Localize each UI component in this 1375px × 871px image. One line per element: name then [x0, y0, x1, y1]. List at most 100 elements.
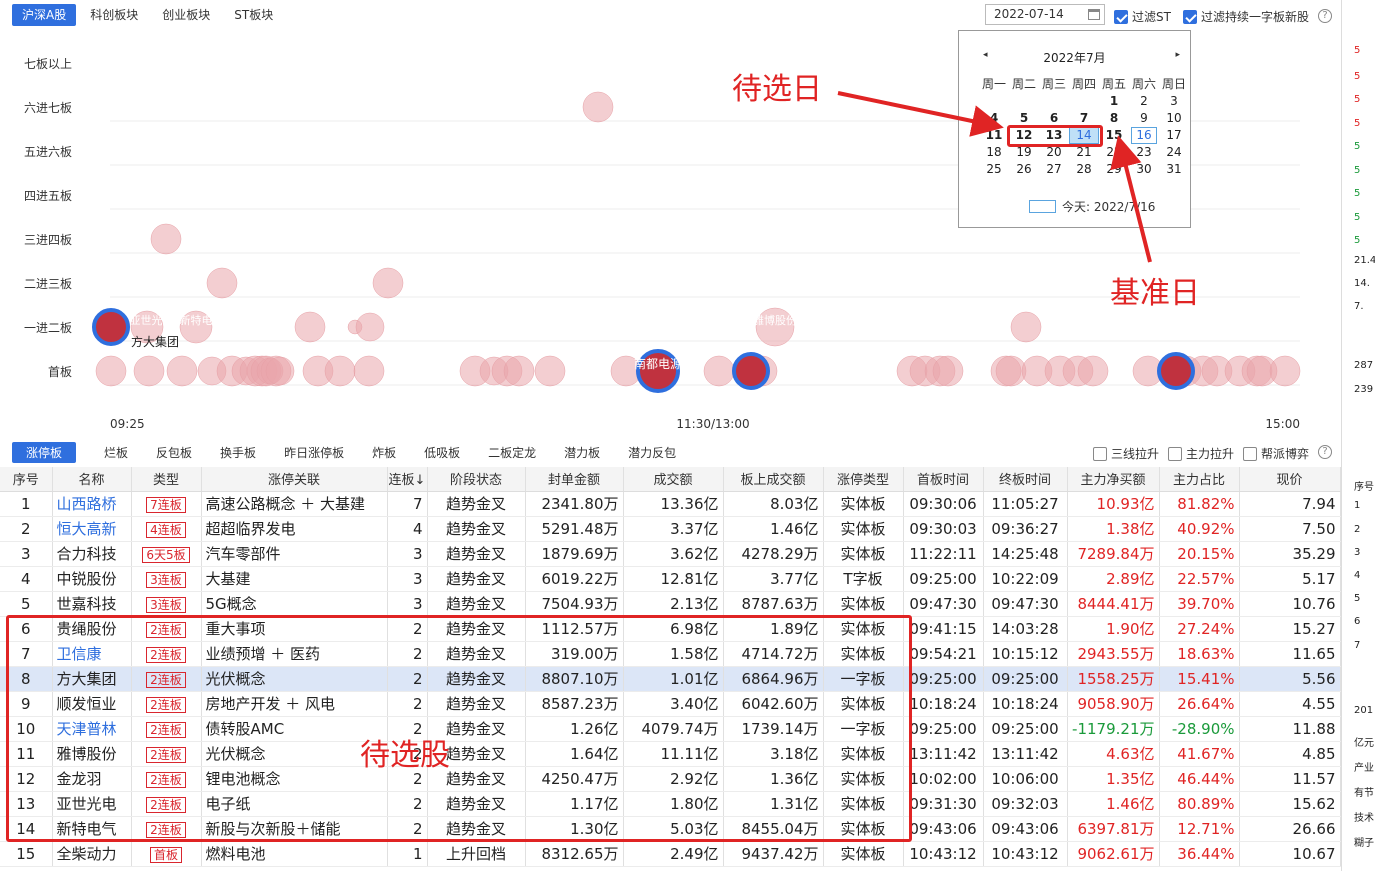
cell-seal-amount: 1879.69万 [525, 541, 624, 567]
table-row[interactable]: 1 山西路桥 7连板 高速公路概念 ＋ 大基建 7 趋势金叉 2341.80万 13.36亿 8… [0, 491, 1341, 517]
col-header-name[interactable]: 名称 [52, 467, 132, 492]
bubble-label: 亚世光 [130, 313, 163, 327]
col-header-relation[interactable]: 涨停关联 [201, 467, 388, 492]
filter-st-label: 过滤ST [1132, 10, 1171, 24]
calendar-day[interactable]: 23 [1129, 144, 1159, 161]
tab-low-buy[interactable]: 低吸板 [424, 444, 460, 461]
calendar-day[interactable]: 3 [1159, 93, 1189, 110]
pending-day-box [1007, 125, 1103, 147]
tab-limit-up[interactable]: 涨停板 [12, 441, 77, 463]
cell-name[interactable]: 山西路桥 [52, 491, 132, 517]
cell-name[interactable]: 全柴动力 [52, 841, 132, 867]
tab-second-board[interactable]: 二板定龙 [488, 444, 536, 461]
table-row[interactable]: 2 恒大高新 4连板 超超临界发电 4 趋势金叉 5291.48万 3.37亿 1.46亿 实体板… [0, 516, 1341, 542]
side-panel-text: 6 [1354, 616, 1361, 627]
cell-name[interactable]: 世嘉科技 [52, 591, 132, 617]
cell-price: 11.57 [1239, 766, 1341, 792]
table-row[interactable]: 4 中锐股份 3连板 大基建 3 趋势金叉 6019.22万 12.81亿 3.77亿 T字板 09… [0, 566, 1341, 592]
cell-first-time: 10:18:24 [903, 691, 984, 717]
cell-main-ratio: -28.90% [1159, 716, 1240, 742]
side-panel-text: 4 [1354, 570, 1361, 581]
tab-star-market[interactable]: 科创板块 [80, 4, 148, 26]
main-force-checkbox[interactable]: 主力拉升 [1168, 445, 1234, 462]
filter-st-checkbox[interactable]: 过滤ST [1114, 8, 1171, 25]
calendar-day[interactable]: 11 [979, 127, 1009, 144]
calendar-day[interactable]: 2 [1129, 93, 1159, 110]
calendar-day[interactable]: 16 [1131, 127, 1157, 144]
calendar-day[interactable]: 10 [1159, 110, 1189, 127]
col-header-last-time[interactable]: 终板时间 [983, 467, 1068, 492]
bubble [355, 312, 385, 342]
cell-board-turnover: 4278.29万 [723, 541, 824, 567]
gang-game-checkbox[interactable]: 帮派博弈 [1243, 445, 1309, 462]
calendar-day[interactable]: 27 [1039, 161, 1069, 178]
calendar-day[interactable]: 17 [1159, 127, 1189, 144]
tab-potential[interactable]: 潜力板 [564, 444, 600, 461]
tab-chinext[interactable]: 创业板块 [152, 4, 220, 26]
three-line-checkbox[interactable]: 三线拉升 [1093, 445, 1159, 462]
col-header-streak[interactable]: 连板↓ [387, 467, 428, 492]
col-header-seq[interactable]: 序号 [0, 467, 53, 492]
date-input[interactable]: 2022-07-14 [985, 4, 1105, 25]
calendar-day[interactable]: 26 [1009, 161, 1039, 178]
bubble [503, 355, 535, 387]
calendar-day[interactable]: 28 [1069, 161, 1099, 178]
cell-name[interactable]: 恒大高新 [52, 516, 132, 542]
table-row[interactable]: 5 世嘉科技 3连板 5G概念 3 趋势金叉 7504.93万 2.13亿 8787.63万 实体… [0, 591, 1341, 617]
calendar-day[interactable]: 15 [1099, 127, 1129, 144]
tab-yesterday[interactable]: 昨日涨停板 [284, 444, 344, 461]
calendar-day[interactable]: 22 [1099, 144, 1129, 161]
col-header-first-time[interactable]: 首板时间 [903, 467, 984, 492]
col-header-main-ratio[interactable]: 主力占比 [1159, 467, 1240, 492]
tab-turnover[interactable]: 换手板 [220, 444, 256, 461]
cell-net-buy: 9058.90万 [1067, 691, 1160, 717]
cell-name[interactable]: 中锐股份 [52, 566, 132, 592]
cell-seq: 15 [0, 841, 53, 867]
side-panel-text: 239 [1354, 384, 1374, 395]
col-header-seal-amount[interactable]: 封单金额 [525, 467, 624, 492]
col-header-board-turnover[interactable]: 板上成交额 [723, 467, 824, 492]
calendar-day[interactable]: 9 [1129, 110, 1159, 127]
cell-type: 首板 [131, 841, 202, 867]
calendar-day[interactable]: 29 [1099, 161, 1129, 178]
tab-reverse[interactable]: 反包板 [156, 444, 192, 461]
level-label: 首板 [48, 365, 72, 379]
filter-yizi-checkbox[interactable]: 过滤持续一字板新股 [1183, 8, 1309, 25]
col-header-limit-type[interactable]: 涨停类型 [823, 467, 904, 492]
calendar-today[interactable]: 今天: 2022/7/16 [1029, 198, 1155, 215]
cell-net-buy: 1.35亿 [1067, 766, 1160, 792]
tab-shenzhen-shanghai-a[interactable]: 沪深A股 [12, 4, 77, 26]
calendar-day[interactable]: 4 [979, 110, 1009, 127]
col-header-type[interactable]: 类型 [131, 467, 202, 492]
cell-name[interactable]: 合力科技 [52, 541, 132, 567]
table-row[interactable]: 3 合力科技 6天5板 汽车零部件 3 趋势金叉 1879.69万 3.62亿 4278.29万… [0, 541, 1341, 567]
tab-broken[interactable]: 烂板 [104, 444, 128, 461]
col-header-price[interactable]: 现价 [1239, 467, 1341, 492]
next-month-icon[interactable]: ▸ [1175, 50, 1180, 60]
tab-st-board[interactable]: ST板块 [224, 4, 283, 26]
tab-potential-reverse[interactable]: 潜力反包 [628, 444, 676, 461]
side-panel-text: 14. [1354, 278, 1370, 289]
calendar-day[interactable]: 31 [1159, 161, 1189, 178]
help-icon[interactable]: ? [1318, 445, 1332, 459]
col-header-stage[interactable]: 阶段状态 [427, 467, 526, 492]
help-icon[interactable]: ? [1318, 9, 1332, 23]
weekday-header: 周一 [981, 77, 1006, 91]
calendar-day[interactable]: 25 [979, 161, 1009, 178]
tab-blown[interactable]: 炸板 [372, 444, 396, 461]
calendar-title: 2022年7月 [1043, 51, 1106, 65]
calendar-day[interactable]: 1 [1099, 93, 1129, 110]
col-header-net-buy[interactable]: 主力净买额 [1067, 467, 1160, 492]
highlight-bubble [1157, 352, 1195, 390]
col-header-turnover[interactable]: 成交额 [623, 467, 724, 492]
cell-last-time: 10:18:24 [983, 691, 1068, 717]
cell-last-time: 10:22:09 [983, 566, 1068, 592]
cell-price: 4.85 [1239, 741, 1341, 767]
calendar-day[interactable]: 8 [1099, 110, 1129, 127]
calendar-day[interactable]: 30 [1129, 161, 1159, 178]
calendar-day[interactable]: 18 [979, 144, 1009, 161]
bubble [150, 223, 182, 255]
table-row[interactable]: 15 全柴动力 首板 燃料电池 1 上升回档 8312.65万 2.49亿 9437.42万 实体… [0, 841, 1341, 867]
calendar-icon[interactable] [1088, 9, 1100, 20]
calendar-day[interactable]: 24 [1159, 144, 1189, 161]
